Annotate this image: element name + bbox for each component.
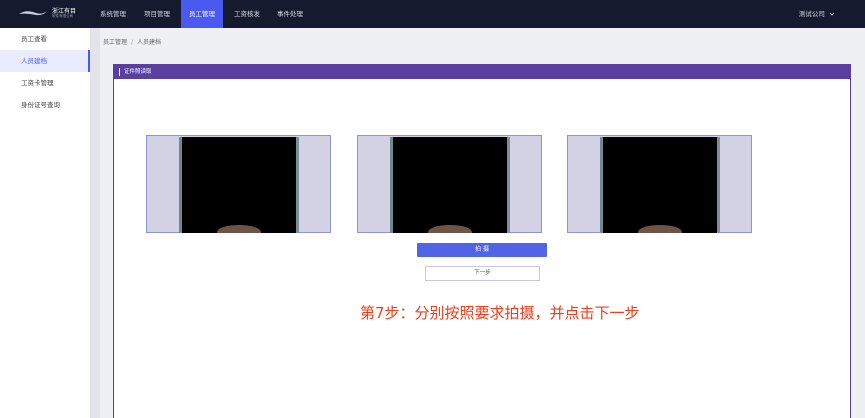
face-preview <box>428 225 472 233</box>
logo-subtitle: 软件有限公司 <box>52 14 73 18</box>
breadcrumb: 员工管理 / 人员建档 <box>103 37 161 46</box>
step-instruction: 第7步：分别按照要求拍摄，并点击下一步 <box>360 304 640 322</box>
camera-preview <box>179 137 299 233</box>
shoot-button[interactable]: 拍 摄 <box>417 243 547 257</box>
breadcrumb-separator: / <box>131 39 134 46</box>
face-preview <box>217 225 261 233</box>
face-preview <box>638 225 682 233</box>
nav-project-management[interactable]: 项目管理 <box>138 0 176 28</box>
nav-employee-management[interactable]: 员工管理 <box>181 0 223 28</box>
sidebar: 员工查看 人员建档 工资卡管理 身份证号查询 <box>0 28 90 418</box>
breadcrumb-employee-management[interactable]: 员工管理 <box>103 39 127 46</box>
photo-slot-1[interactable] <box>146 135 331 233</box>
nav-event-handling[interactable]: 事件处理 <box>271 0 309 28</box>
company-name: 测试公司 <box>798 10 825 18</box>
camera-preview <box>600 137 720 233</box>
company-logo[interactable]: 浙江有目 软件有限公司 <box>18 5 80 23</box>
sidebar-item-salary-card[interactable]: 工资卡管理 <box>0 72 90 94</box>
panel-header: 证件照读取 <box>114 65 850 79</box>
company-dropdown[interactable]: 测试公司 <box>799 0 835 28</box>
sidebar-divider <box>90 28 100 418</box>
nav-salary-payment[interactable]: 工资核发 <box>228 0 266 28</box>
camera-preview <box>390 137 510 233</box>
panel-title: 证件照读取 <box>124 69 152 75</box>
next-step-button[interactable]: 下一步 <box>425 266 540 281</box>
sidebar-item-create-profile[interactable]: 人员建档 <box>0 50 90 72</box>
sidebar-item-view-employees[interactable]: 员工查看 <box>0 28 90 50</box>
chevron-down-icon <box>829 12 835 16</box>
breadcrumb-create-profile: 人员建档 <box>137 39 162 46</box>
sidebar-item-id-lookup[interactable]: 身份证号查询 <box>0 94 90 116</box>
panel-header-accent <box>119 68 120 76</box>
top-navbar: 浙江有目 软件有限公司 系统管理 项目管理 员工管理 工资核发 事件处理 测试公… <box>0 0 865 28</box>
id-photo-panel: 证件照读取 拍 摄 下一步 第7步：分别按照要求拍摄，并点击下一步 <box>113 64 851 418</box>
fish-logo-icon <box>19 11 47 16</box>
photo-slot-2[interactable] <box>357 135 542 233</box>
photo-slot-3[interactable] <box>567 135 752 233</box>
nav-system-management[interactable]: 系统管理 <box>94 0 132 28</box>
